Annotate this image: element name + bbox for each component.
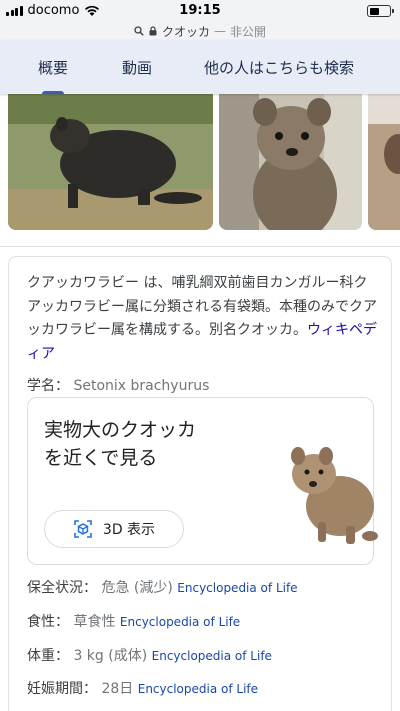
lock-icon bbox=[149, 26, 157, 36]
fact-source-link[interactable]: Encyclopedia of Life bbox=[138, 682, 258, 696]
image-carousel[interactable] bbox=[0, 94, 400, 234]
tab-videos[interactable]: 動画 bbox=[122, 40, 152, 94]
entity-description: クアッカワラビー は、哺乳綱双前歯目カンガルー科クアッカワラビー属に分類される有… bbox=[27, 272, 377, 366]
status-bar: docomo 19:15 bbox=[0, 0, 400, 22]
fact-source-link[interactable]: Encyclopedia of Life bbox=[120, 615, 240, 629]
entity-name: クアッカワラビー bbox=[27, 275, 139, 291]
fact-weight: 体重： 3 kg (成体) Encyclopedia of Life bbox=[27, 645, 272, 665]
fact-value: 28日 bbox=[101, 681, 134, 697]
scientific-name-row: 学名： Setonix brachyurus bbox=[27, 375, 209, 395]
fact-label: 妊娠期間： bbox=[27, 681, 97, 697]
fact-label: 食性： bbox=[27, 614, 69, 630]
ar-card-title: 実物大のクオッカを近くで見る bbox=[44, 419, 197, 469]
address-bar[interactable]: クオッカ — 非公開 bbox=[0, 22, 400, 40]
quokka-photo-1[interactable] bbox=[8, 94, 213, 230]
view-3d-button[interactable]: 3D 表示 bbox=[44, 510, 184, 548]
result-tabs: 概要 動画 他の人はこちらも検索 bbox=[0, 40, 400, 94]
quokka-photo-3[interactable] bbox=[368, 94, 400, 230]
fact-value: 危急 (減少) bbox=[101, 580, 173, 596]
scientific-name-label: 学名： bbox=[27, 378, 69, 394]
quokka-photo-2[interactable] bbox=[219, 94, 362, 230]
section-divider bbox=[0, 246, 400, 247]
battery-level bbox=[369, 7, 380, 15]
tab-overview[interactable]: 概要 bbox=[38, 40, 68, 94]
fact-conservation-status: 保全状況： 危急 (減少) Encyclopedia of Life bbox=[27, 577, 298, 597]
3d-cube-icon bbox=[74, 520, 92, 538]
view-in-3d-card[interactable]: 実物大のクオッカを近くで見る 3D 表示 bbox=[27, 397, 378, 565]
address-separator: — bbox=[214, 24, 226, 38]
battery-icon bbox=[367, 5, 394, 17]
scientific-name-value: Setonix brachyurus bbox=[73, 378, 210, 394]
fact-label: 保全状況： bbox=[27, 580, 97, 596]
fact-source-link[interactable]: Encyclopedia of Life bbox=[177, 581, 297, 595]
fact-value: 3 kg (成体) bbox=[73, 648, 148, 664]
fact-source-link[interactable]: Encyclopedia of Life bbox=[152, 649, 272, 663]
address-query: クオッカ bbox=[161, 24, 210, 39]
view-3d-label: 3D 表示 bbox=[102, 522, 156, 538]
fact-diet: 食性： 草食性 Encyclopedia of Life bbox=[27, 611, 240, 631]
fact-value: 草食性 bbox=[73, 614, 116, 630]
private-mode-label: 非公開 bbox=[230, 24, 267, 39]
fact-gestation-period: 妊娠期間： 28日 Encyclopedia of Life bbox=[27, 678, 258, 698]
fact-label: 体重： bbox=[27, 648, 69, 664]
status-time: 19:15 bbox=[179, 3, 221, 18]
quokka-3d-model-image bbox=[291, 447, 378, 544]
search-icon bbox=[134, 26, 144, 36]
tab-people-also-search[interactable]: 他の人はこちらも検索 bbox=[204, 40, 354, 94]
